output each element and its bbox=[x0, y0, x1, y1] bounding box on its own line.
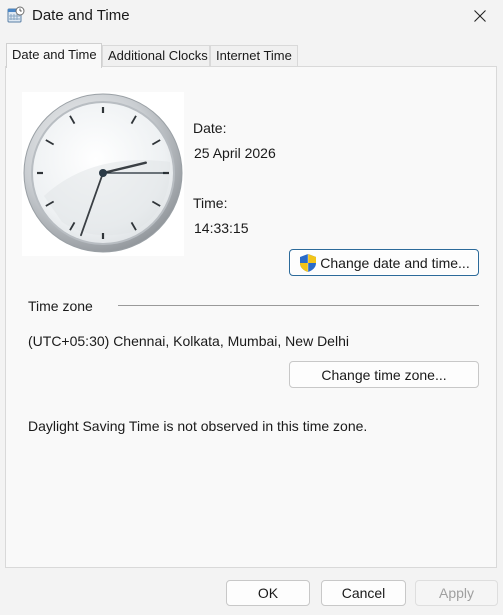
apply-button[interactable]: Apply bbox=[415, 580, 498, 606]
dst-note: Daylight Saving Time is not observed in … bbox=[28, 418, 368, 434]
tab-date-and-time[interactable]: Date and Time bbox=[6, 43, 102, 68]
ok-button[interactable]: OK bbox=[226, 580, 310, 606]
change-time-zone-button[interactable]: Change time zone... bbox=[289, 361, 479, 388]
change-date-time-label: Change date and time... bbox=[320, 254, 470, 271]
cancel-button[interactable]: Cancel bbox=[321, 580, 406, 606]
date-value: 25 April 2026 bbox=[194, 145, 276, 161]
close-button[interactable] bbox=[467, 4, 493, 28]
group-divider bbox=[118, 305, 479, 306]
tab-additional-clocks[interactable]: Additional Clocks bbox=[102, 45, 210, 66]
analog-clock bbox=[22, 92, 184, 256]
window-title: Date and Time bbox=[32, 7, 130, 24]
time-value: 14:33:15 bbox=[194, 220, 249, 236]
change-date-time-button[interactable]: Change date and time... bbox=[289, 249, 479, 276]
close-icon bbox=[474, 10, 486, 22]
analog-clock-face bbox=[23, 93, 183, 253]
time-label: Time: bbox=[193, 195, 228, 211]
time-zone-value: (UTC+05:30) Chennai, Kolkata, Mumbai, Ne… bbox=[28, 333, 349, 349]
title-bar: Date and Time bbox=[0, 0, 503, 34]
time-zone-group-label: Time zone bbox=[28, 298, 93, 314]
calendar-clock-icon bbox=[7, 6, 25, 23]
date-label: Date: bbox=[193, 120, 227, 136]
tab-internet-time[interactable]: Internet Time bbox=[210, 45, 298, 66]
uac-shield-icon bbox=[300, 253, 317, 272]
